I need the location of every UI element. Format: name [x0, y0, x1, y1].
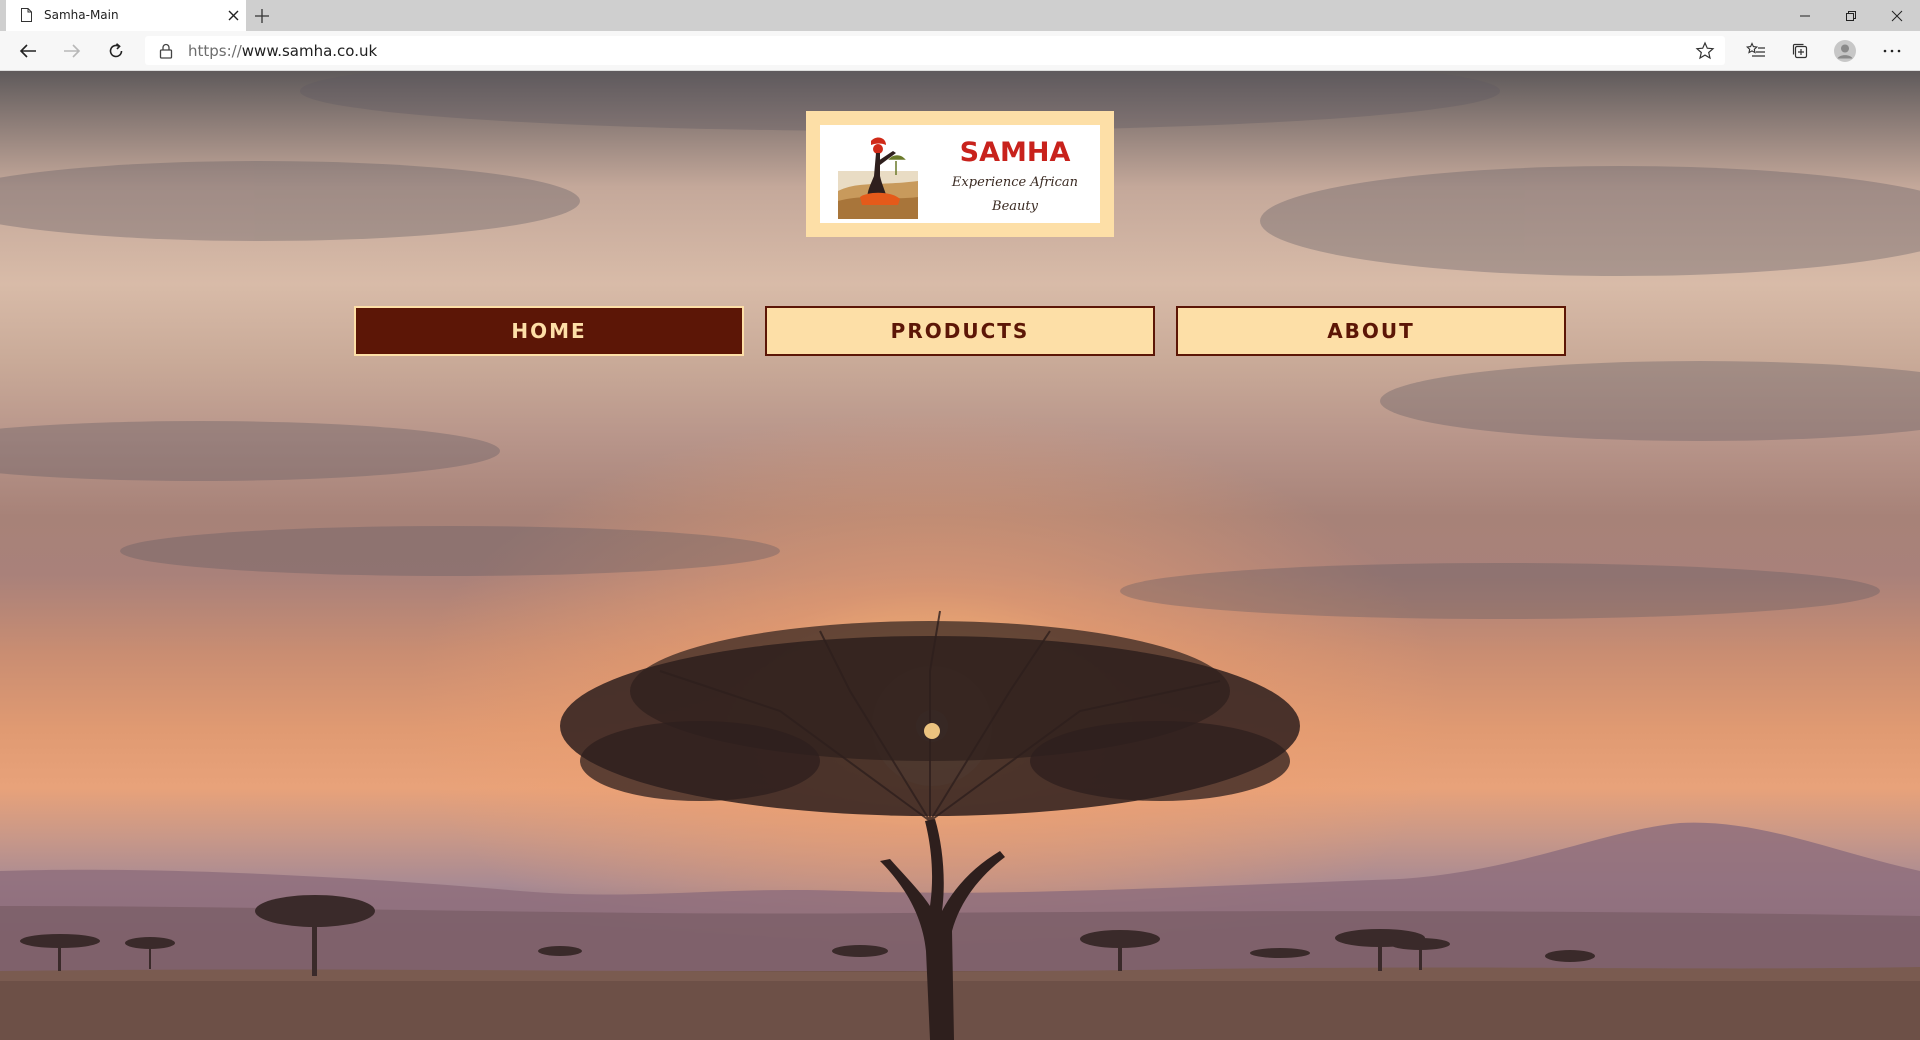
- url-text: https://www.samha.co.uk: [188, 42, 377, 60]
- tab-strip: Samha-Main: [0, 0, 1920, 31]
- url-host: www.samha.co.uk: [241, 42, 378, 60]
- favorites-button[interactable]: [1740, 37, 1772, 65]
- url-scheme: https://: [188, 42, 242, 60]
- refresh-button[interactable]: [100, 37, 132, 65]
- restore-icon: [1846, 10, 1856, 21]
- main-navigation: HOME PRODUCTS ABOUT: [354, 306, 1566, 356]
- profile-icon: [1834, 40, 1856, 62]
- collections-icon: [1792, 43, 1808, 59]
- site-logo[interactable]: SAMHA Experience African Beauty: [806, 111, 1114, 237]
- nav-home-button[interactable]: HOME: [354, 306, 744, 356]
- favorites-list-icon: [1746, 42, 1765, 57]
- close-icon: [1891, 10, 1903, 21]
- logo-brand-name: SAMHA: [959, 137, 1071, 168]
- african-woman-illustration-icon: [838, 137, 918, 219]
- logo-tagline-line1: Experience African: [951, 175, 1079, 190]
- minimize-icon: [1800, 15, 1810, 16]
- back-button[interactable]: [12, 37, 44, 65]
- star-icon[interactable]: [1695, 41, 1715, 61]
- logo-tagline: Experience African Beauty: [932, 171, 1098, 219]
- arrow-right-icon: [64, 44, 81, 58]
- minimize-button[interactable]: [1782, 0, 1828, 31]
- restore-button[interactable]: [1828, 0, 1874, 31]
- profile-button[interactable]: [1829, 37, 1861, 65]
- page-viewport: SAMHA Experience African Beauty HOME PRO…: [0, 71, 1920, 1040]
- arrow-left-icon: [19, 44, 36, 58]
- ellipsis-icon: [1883, 49, 1901, 53]
- more-button[interactable]: [1876, 37, 1908, 65]
- lock-icon: [159, 43, 173, 59]
- page-icon: [21, 8, 32, 22]
- nav-about-button[interactable]: ABOUT: [1176, 306, 1566, 356]
- logo-card: SAMHA Experience African Beauty: [820, 125, 1100, 223]
- forward-button[interactable]: [56, 37, 88, 65]
- browser-window: Samha-Main https://www.samha.co.uk SAMHA…: [0, 0, 1920, 1040]
- logo-tagline-line2: Beauty: [992, 199, 1038, 214]
- address-bar[interactable]: https://www.samha.co.uk: [145, 36, 1725, 65]
- plus-icon[interactable]: [254, 8, 270, 24]
- close-icon[interactable]: [227, 9, 240, 22]
- close-window-button[interactable]: [1874, 0, 1920, 31]
- collections-button[interactable]: [1784, 37, 1816, 65]
- tab-title: Samha-Main: [44, 8, 119, 22]
- browser-toolbar: https://www.samha.co.uk: [0, 31, 1920, 71]
- browser-tab[interactable]: Samha-Main: [6, 0, 246, 31]
- nav-products-button[interactable]: PRODUCTS: [765, 306, 1155, 356]
- refresh-icon: [109, 43, 123, 58]
